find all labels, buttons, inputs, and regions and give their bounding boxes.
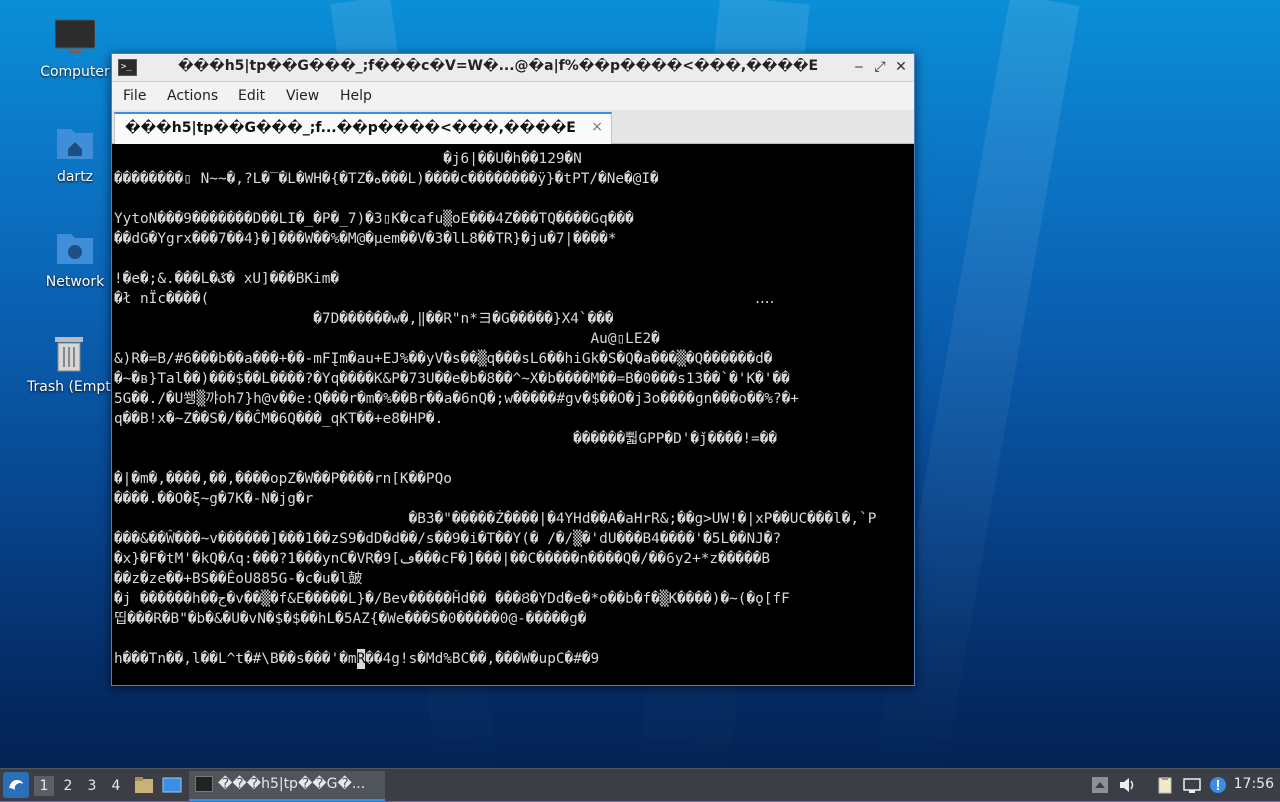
trash-icon bbox=[49, 333, 89, 373]
workspace-2[interactable]: 2 bbox=[58, 776, 78, 796]
taskbar-terminal-task[interactable]: ���h5|tp��G�... bbox=[189, 771, 385, 801]
update-notifier-icon[interactable] bbox=[1209, 776, 1227, 794]
desktop-icon-label: Network bbox=[45, 274, 105, 290]
terminal-window: >_ ���h5|tp��G���_;f���c�V=W�...@�a|f%��… bbox=[111, 53, 915, 686]
terminal-line: ��������▯ N~~�,?L�‾�L�WH�{�TZ�ە���L)����… bbox=[114, 171, 659, 187]
start-menu-button[interactable] bbox=[3, 772, 29, 798]
terminal-line: Au@▯LE2� bbox=[114, 331, 660, 347]
terminal-line: !�e�;&.���L�ػ� xU]���BKim� bbox=[114, 271, 340, 287]
terminal-line: ��f��ON��[qu�C�}MX@�EC bbox=[114, 629, 910, 649]
clock: 17:56 bbox=[1233, 776, 1274, 792]
menu-edit[interactable]: Edit bbox=[238, 88, 265, 104]
terminal-line: ��dG�Ygrx���7��4}�]���W��%�M@�µem��V�3�l… bbox=[114, 231, 617, 247]
terminal-line: �ł nÏc����( ‥‥ bbox=[114, 291, 775, 307]
terminal-line: q��B!x�~Z��S�/��ĈM�6Q���_qKT��+e8�HP�. bbox=[114, 411, 444, 427]
terminal-line: �j6|��U�h��129�N bbox=[114, 151, 582, 167]
terminal-line: L�lO"�&�(H'è>j�[�,b bbox=[114, 249, 910, 269]
scroll-up-icon[interactable] bbox=[1091, 776, 1109, 794]
terminal-line: ��z�ze��+BS��ÊoU885G-�c�u�l皷 bbox=[114, 571, 363, 587]
terminal-line: &)R�=B/#6���b��a���+��-mFĮm�au+EJ%��yV�s… bbox=[114, 351, 773, 367]
terminal-line: �x}�F�tM'�kQ�ʎq:���?1���ynC�VR�9[ڡ���cF�… bbox=[114, 551, 771, 567]
show-desktop-icon[interactable] bbox=[162, 775, 182, 795]
terminal-icon bbox=[195, 776, 213, 792]
terminal-line: h���Tn��,l��L^t�#\B��s���'�mR��4g!s�Md%B… bbox=[114, 649, 600, 669]
network-folder-icon bbox=[55, 228, 95, 268]
home-folder-icon bbox=[55, 123, 95, 163]
menu-actions[interactable]: Actions bbox=[167, 88, 218, 104]
workspace-4[interactable]: 4 bbox=[106, 776, 126, 796]
terminal-line: ���&��Ŵ���~v������]���1��zS9�dD�d��/s��9… bbox=[114, 531, 782, 547]
terminal-line: 띱���R�B"�b�&�U�vN�$�$��hL�5AZ{�We���S�0�… bbox=[114, 611, 587, 627]
maximize-button[interactable]: ⤢ bbox=[871, 58, 889, 76]
monitor-icon bbox=[54, 18, 96, 58]
clipboard-icon[interactable] bbox=[1156, 776, 1174, 794]
close-button[interactable]: ✕ bbox=[892, 58, 910, 76]
volume-icon[interactable] bbox=[1118, 776, 1136, 794]
terminal-line: YytоN���9�������D��LI�_�P�_7)�3▯K�cafu▒o… bbox=[114, 211, 634, 227]
tab-bar: ���h5|tp��G���_;f...��p����<���,����E × bbox=[112, 110, 914, 144]
terminal-line: �7D������w�,‖��R"n*ヨ�G�����}X4`��� bbox=[114, 311, 614, 327]
menu-view[interactable]: View bbox=[286, 88, 319, 104]
desktop-icon-label: Trash (Empty) bbox=[27, 379, 111, 395]
desktop-icon-computer[interactable]: Computer bbox=[27, 18, 123, 80]
terminal-line: It\J���MF��S��> bbox=[114, 189, 910, 209]
taskbar: 1 2 3 4 ���h5|tp��G�... 17:56 bbox=[0, 768, 1280, 801]
file-manager-icon[interactable] bbox=[134, 775, 154, 795]
terminal-line: �|�m�,����,��,����opZ�W��P����rn[K��PQo bbox=[114, 471, 452, 487]
desktop-icon-label: dartz bbox=[56, 169, 94, 185]
terminal-line: ����.��O�ξ~g�7K�-N�jg�r bbox=[114, 491, 314, 507]
terminal-line: @=��Q�t�q$�dv bbox=[114, 449, 910, 469]
task-label: ���h5|tp��G�... bbox=[218, 776, 366, 792]
terminal-tab[interactable]: ���h5|tp��G���_;f...��p����<���,����E × bbox=[114, 112, 612, 144]
workspace-3[interactable]: 3 bbox=[82, 776, 102, 796]
terminal-line: �~�в}Tal��)���$��L����?�Yq����K&P�73U��e… bbox=[114, 371, 790, 387]
menu-help[interactable]: Help bbox=[340, 88, 372, 104]
minimize-button[interactable]: ‒ bbox=[850, 58, 868, 76]
terminal-output[interactable]: �j6|��U�h��129�N ��������▯ N~~�,?L�‾�L�WH… bbox=[114, 147, 910, 681]
terminal-line-tail: ��4g!s�Md%BC��,���W�upC�#�9 bbox=[365, 651, 600, 667]
workspace-1[interactable]: 1 bbox=[34, 776, 54, 796]
terminal-line: ������뿳GPP�D'�ǰ����!=�� bbox=[114, 431, 778, 447]
desktop-icon-trash[interactable]: Trash (Empty) bbox=[27, 333, 111, 395]
desktop-icon-dartz[interactable]: dartz bbox=[27, 123, 123, 185]
menu-bar: File Actions Edit View Help bbox=[112, 82, 914, 110]
tab-label: ���h5|tp��G���_;f...��p����<���,����E bbox=[125, 120, 576, 136]
terminal-cursor: R bbox=[356, 649, 366, 669]
app-menu-icon bbox=[9, 780, 23, 790]
window-title: ���h5|tp��G���_;f���c�V=W�...@�a|f%��p��… bbox=[177, 58, 819, 74]
terminal-line: �B3�"�����Ż����|�4YHd��A�aHrR&;��g>UW!�|… bbox=[114, 511, 877, 527]
window-titlebar[interactable]: >_ ���h5|tp��G���_;f���c�V=W�...@�a|f%��… bbox=[112, 54, 914, 82]
desktop-icon-label: Computer bbox=[40, 64, 110, 80]
desktop-icon-network[interactable]: Network bbox=[27, 228, 123, 290]
terminal-line: �j ������h��ج�v��▒�f&E�����L}�/Bev�����Ȟ… bbox=[114, 591, 790, 607]
network-icon[interactable] bbox=[1183, 776, 1201, 794]
tab-close-button[interactable]: × bbox=[591, 119, 603, 135]
menu-file[interactable]: File bbox=[123, 88, 146, 104]
terminal-line: 5G��./�U쐥▒꺄oh7}h@v��e:Q���r�m�%��Br��a�6… bbox=[114, 391, 799, 407]
terminal-icon: >_ bbox=[118, 59, 137, 76]
